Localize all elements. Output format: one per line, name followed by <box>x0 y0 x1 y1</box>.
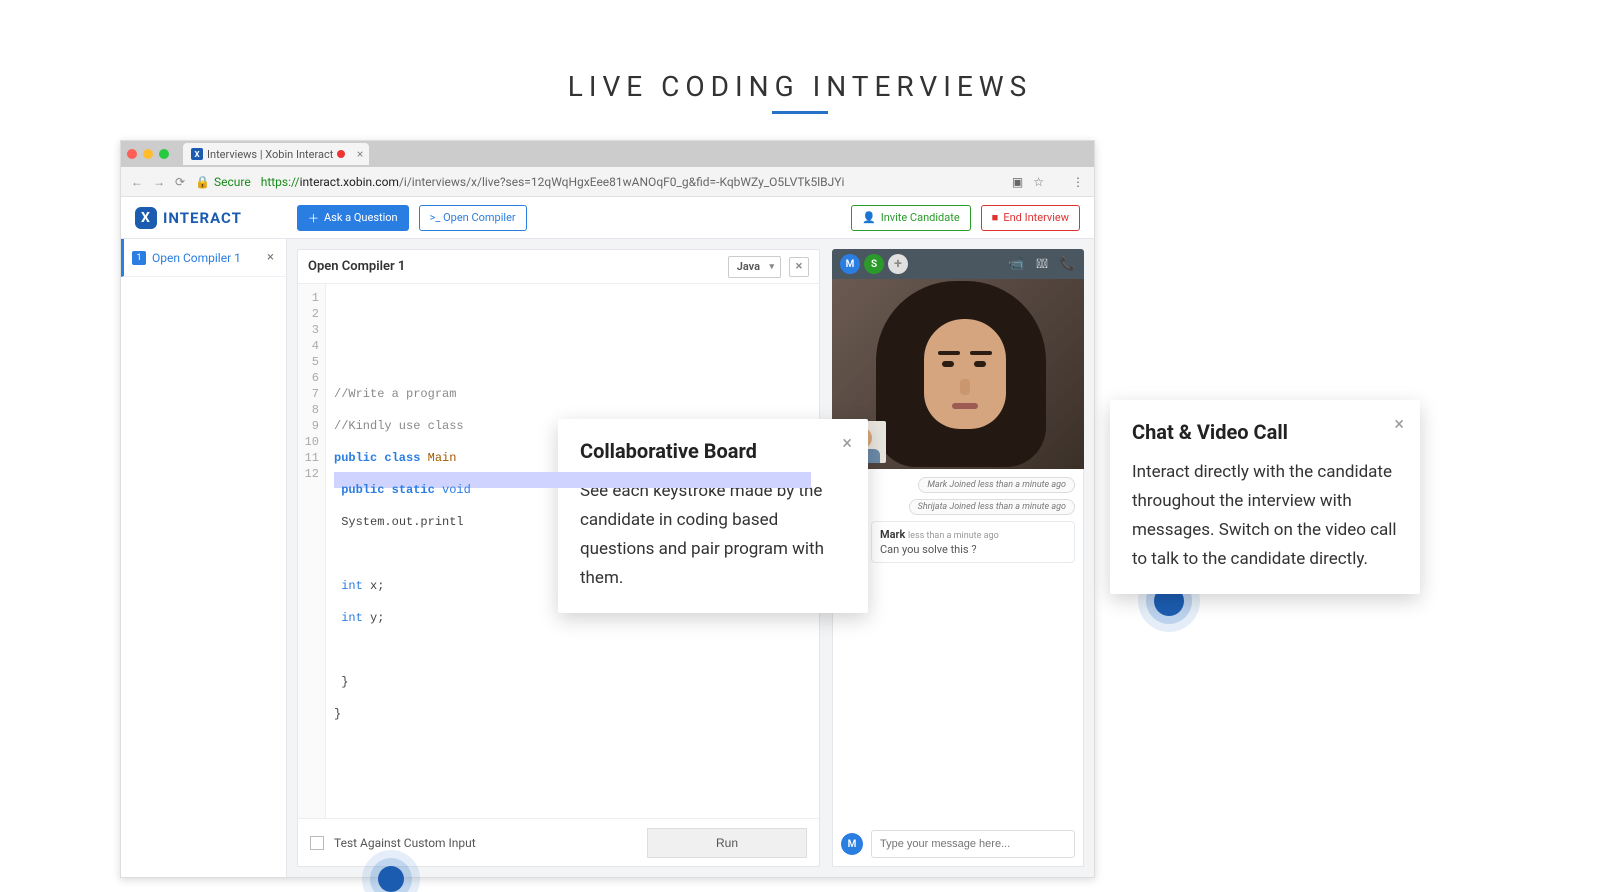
mic-off-icon[interactable]: 🎙̸ <box>1036 257 1048 272</box>
brand-logo: X INTERACT <box>135 207 287 229</box>
video-stream <box>832 279 1084 469</box>
avatar[interactable]: S <box>864 254 884 274</box>
compiler-title: Open Compiler 1 <box>308 259 405 274</box>
traffic-max-icon[interactable] <box>159 149 169 159</box>
invite-candidate-button[interactable]: 👤 Invite Candidate <box>851 205 971 231</box>
code-body[interactable]: //Write a program //Kindly use class pub… <box>326 284 819 818</box>
tab-close-icon[interactable]: × <box>357 147 363 161</box>
close-icon[interactable]: × <box>842 433 852 454</box>
tooltip-body: Interact directly with the candidate thr… <box>1132 458 1398 574</box>
url-text[interactable]: https://interact.xobin.com/i/interviews/… <box>261 175 845 189</box>
tooltip-title: Chat & Video Call <box>1132 420 1398 444</box>
sidebar-item-close-icon[interactable]: × <box>263 250 278 265</box>
run-button[interactable]: Run <box>647 828 807 858</box>
language-select[interactable]: Java <box>728 256 781 278</box>
menu-icon[interactable]: ⋮ <box>1072 175 1084 189</box>
highlight-pulse-icon <box>378 866 404 892</box>
sidebar: 1 Open Compiler 1 × <box>121 239 287 877</box>
code-editor[interactable]: 123456789101112 //Write a program //Kind… <box>298 284 819 818</box>
logo-icon: X <box>135 207 157 229</box>
camera-icon[interactable]: 📹 <box>1008 257 1024 272</box>
video-toolbar: M S + 📹 🎙̸ 📞 <box>832 249 1084 279</box>
custom-input-checkbox[interactable] <box>310 836 324 850</box>
video-panel: M S + 📹 🎙̸ 📞 <box>832 249 1084 867</box>
lock-icon: 🔒 <box>195 175 210 189</box>
custom-input-label: Test Against Custom Input <box>334 836 476 850</box>
chat-input[interactable] <box>871 830 1075 858</box>
page-title: LIVE CODING INTERVIEWS <box>0 70 1600 114</box>
secure-badge: 🔒 Secure <box>195 175 251 189</box>
hangup-icon[interactable]: 📞 <box>1060 257 1076 272</box>
recording-icon <box>337 150 345 158</box>
forward-icon[interactable]: → <box>153 175 165 189</box>
app-toolbar: X INTERACT ＋ Ask a Question >_ Open Comp… <box>121 197 1094 239</box>
sidebar-item-label: Open Compiler 1 <box>152 251 241 265</box>
cast-icon[interactable]: ▣ <box>1012 175 1023 189</box>
traffic-close-icon[interactable] <box>127 149 137 159</box>
system-notice: Shrijata Joined less than a minute ago <box>909 499 1075 515</box>
end-interview-button[interactable]: ■ End Interview <box>981 205 1080 231</box>
avatar[interactable]: M <box>840 254 860 274</box>
tab-title: Interviews | Xobin Interact <box>207 148 333 161</box>
compiler-panel: Open Compiler 1 Java × 123456789101112 /… <box>297 249 820 867</box>
add-participant-icon[interactable]: + <box>888 254 908 274</box>
tooltip-chat-video: × Chat & Video Call Interact directly wi… <box>1110 400 1420 594</box>
system-notice: Mark Joined less than a minute ago <box>918 477 1075 493</box>
star-icon[interactable]: ☆ <box>1033 175 1044 189</box>
line-gutter: 123456789101112 <box>298 284 326 818</box>
browser-tabbar: X Interviews | Xobin Interact × <box>121 141 1094 167</box>
compiler-close-icon[interactable]: × <box>789 257 809 277</box>
favicon-icon: X <box>191 148 203 160</box>
chat-message: M Mark less than a minute ago Can you so… <box>841 521 1075 563</box>
reload-icon[interactable]: ⟳ <box>175 175 185 189</box>
close-icon[interactable]: × <box>1394 414 1404 435</box>
address-bar: ← → ⟳ 🔒 Secure https://interact.xobin.co… <box>121 167 1094 197</box>
browser-tab[interactable]: X Interviews | Xobin Interact × <box>183 143 369 165</box>
avatar: M <box>841 833 863 855</box>
back-icon[interactable]: ← <box>131 175 143 189</box>
sidebar-item-compiler[interactable]: 1 Open Compiler 1 × <box>121 239 286 277</box>
chat-panel: Mark Joined less than a minute ago Shrij… <box>832 469 1084 867</box>
open-compiler-button[interactable]: >_ Open Compiler <box>419 205 527 231</box>
traffic-min-icon[interactable] <box>143 149 153 159</box>
ask-question-button[interactable]: ＋ Ask a Question <box>297 205 409 231</box>
sidebar-badge: 1 <box>132 251 146 265</box>
